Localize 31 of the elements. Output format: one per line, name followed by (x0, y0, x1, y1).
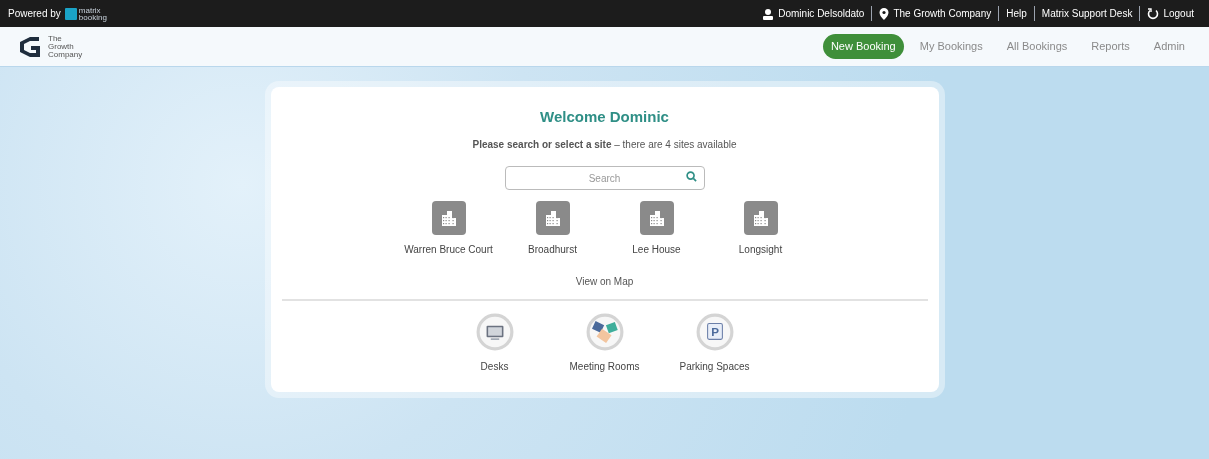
powered-by-label: Powered by (8, 7, 61, 21)
building-icon[interactable] (743, 200, 778, 235)
top-bar-link[interactable]: Dominic Delsoldato (778, 6, 865, 21)
building-icon[interactable] (535, 200, 570, 235)
instruction-text: Please search or select a site – there are 4 sites available (472, 137, 737, 152)
top-bar-link[interactable]: Logout (1163, 6, 1194, 21)
resource-label[interactable]: Desks (480, 358, 509, 374)
tiles-icon[interactable] (585, 312, 624, 351)
parking-icon[interactable]: P (695, 312, 734, 351)
site-name[interactable]: Lee House (632, 241, 681, 257)
welcome-title: Welcome Dominic (540, 107, 669, 127)
view-on-map-link[interactable]: View on Map (575, 273, 634, 289)
user-icon (762, 7, 775, 20)
nav-tab[interactable]: New Booking (822, 34, 904, 59)
top-bar-link[interactable]: Help (1006, 6, 1027, 21)
site-name[interactable]: Longsight (738, 241, 783, 257)
company-logo[interactable]: The Growth Company (16, 34, 83, 59)
matrix-booking-logo[interactable]: matrix booking (64, 6, 107, 21)
top-bar-link[interactable]: The Growth Company (893, 6, 992, 21)
site-name[interactable]: Warren Bruce Court (404, 241, 493, 257)
top-bar-link[interactable]: Matrix Support Desk (1041, 6, 1133, 21)
monitor-icon[interactable] (475, 312, 514, 351)
search-field[interactable]: Search (504, 166, 705, 190)
building-icon[interactable] (431, 200, 466, 235)
building-icon[interactable] (639, 200, 674, 235)
search-icon[interactable] (685, 170, 697, 182)
resource-label[interactable]: Meeting Rooms (569, 358, 640, 374)
site-name[interactable]: Broadhurst (528, 241, 577, 257)
resource-label[interactable]: Parking Spaces (679, 358, 750, 374)
logout-icon (1147, 7, 1160, 20)
map-pin-icon (879, 7, 890, 20)
